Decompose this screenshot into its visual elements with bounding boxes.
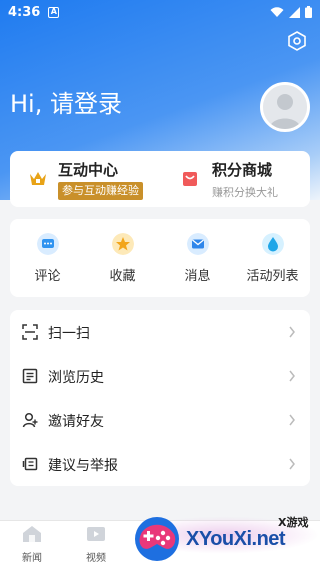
menu-item-label: 邀请好友 [48,414,104,430]
history-icon [22,368,38,384]
interaction-center[interactable]: 互动中心 参与互动赚经验 [10,151,160,207]
quick-action-label: 收藏 [109,269,136,284]
crown-icon [30,172,46,185]
comment-icon [36,233,59,255]
watermark-main-text: XYouXi.net [186,528,286,550]
wifi-icon [270,6,284,17]
star-icon [111,233,134,255]
menu-item-label: 扫一扫 [48,326,90,342]
quick-action-activities[interactable]: 活动列表 [235,219,310,297]
chevron-right-icon [289,414,295,426]
promo-subtitle: 赚积分换大礼 [212,186,278,199]
chevron-right-icon [289,326,295,338]
chevron-right-icon [289,370,295,382]
news-icon [23,526,41,542]
menu-item-scan[interactable]: 扫一扫 [10,310,310,354]
menu-item-feedback[interactable]: 建议与举报 [10,442,310,486]
points-mall[interactable]: 积分商城 赚积分换大礼 [160,151,310,207]
mail-icon [186,233,209,255]
menu-item-label: 建议与举报 [48,458,118,474]
avatar[interactable] [260,82,310,132]
menu-item-invite[interactable]: 邀请好友 [10,398,310,442]
login-greeting[interactable]: Hi, 请登录 [10,84,122,119]
invite-icon [22,412,38,428]
promo-subtitle-badge: 参与互动赚经验 [58,182,143,200]
menu-list: 扫一扫 浏览历史 邀请好友 建议与举报 [10,310,310,486]
video-icon [87,527,105,541]
menu-item-label: 浏览历史 [48,370,104,386]
chevron-right-icon [289,458,295,470]
status-bar: 4:36 A [0,0,320,24]
quick-action-label: 活动列表 [246,269,299,284]
nav-label: 新闻 [22,553,42,564]
notification-icon: A [48,6,60,18]
nav-label: 视频 [86,553,106,564]
status-time: 4:36 [8,4,41,20]
quick-action-favorites[interactable]: 收藏 [85,219,160,297]
report-icon [22,457,38,471]
signal-icon [289,6,300,18]
shopping-bag-icon [183,172,197,186]
scan-icon [22,324,38,340]
quick-action-label: 评论 [34,269,61,284]
quick-action-comment[interactable]: 评论 [10,219,85,297]
nav-video[interactable]: 视频 [76,525,116,564]
quick-actions-card: 评论 收藏 消息 活动列表 [10,219,310,297]
gamepad-logo-icon [135,517,179,561]
menu-item-history[interactable]: 浏览历史 [10,354,310,398]
nav-news[interactable]: 新闻 [12,525,52,564]
site-watermark: X游戏 XYouXi.net [130,508,320,568]
user-placeholder-icon [263,85,307,129]
drop-icon [261,233,284,255]
settings-icon[interactable] [286,30,308,52]
quick-action-messages[interactable]: 消息 [160,219,235,297]
battery-icon [305,6,312,18]
promo-card: 互动中心 参与互动赚经验 积分商城 赚积分换大礼 [10,151,310,207]
quick-action-label: 消息 [184,269,211,284]
promo-title: 互动中心 [58,161,119,179]
promo-title: 积分商城 [212,161,273,179]
